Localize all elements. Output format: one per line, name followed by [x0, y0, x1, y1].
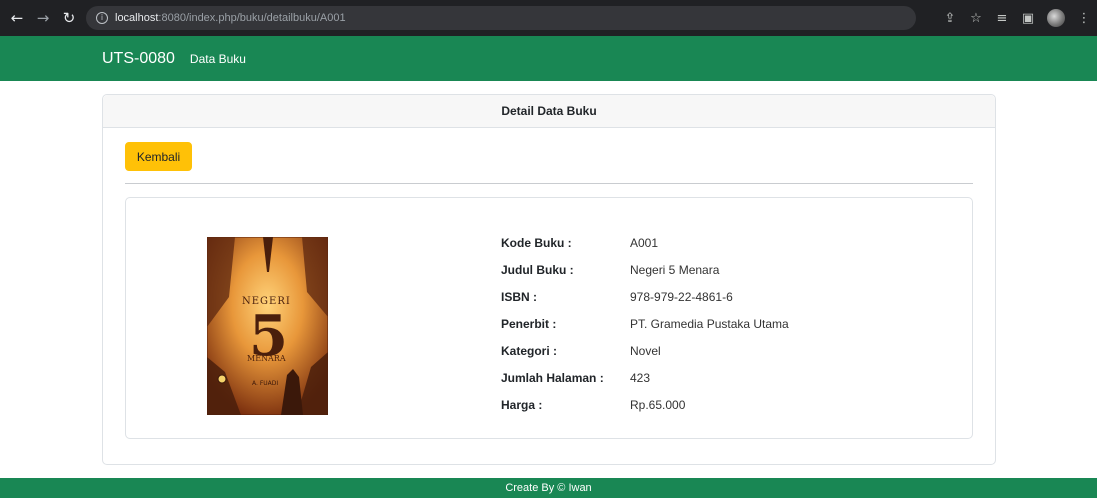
detail-row: Kategori : Novel — [501, 337, 789, 364]
cover-subtitle: MENARA — [247, 354, 286, 363]
nav-link-data-buku[interactable]: Data Buku — [190, 52, 246, 66]
detail-label: Penerbit : — [501, 316, 557, 331]
detail-row: Harga : Rp.65.000 — [501, 391, 789, 418]
footer: Create By © Iwan — [0, 478, 1097, 498]
detail-label: Kode Buku : — [501, 235, 572, 250]
card-header: Detail Data Buku — [103, 95, 995, 128]
detail-value: Novel — [630, 343, 661, 358]
share-icon[interactable]: ⇪ — [943, 11, 957, 26]
detail-label: ISBN : — [501, 289, 537, 304]
detail-value: PT. Gramedia Pustaka Utama — [630, 316, 789, 331]
detail-label: Harga : — [501, 397, 543, 412]
divider — [125, 183, 973, 184]
back-arrow-icon[interactable]: ← — [6, 9, 28, 27]
detail-value: A001 — [630, 235, 659, 250]
detail-row: ISBN : 978-979-22-4861-6 — [501, 283, 789, 310]
detail-value: 978-979-22-4861-6 — [630, 289, 733, 304]
detail-label: Judul Buku : — [501, 262, 574, 277]
cover-author: A. FUADI — [252, 380, 278, 387]
detail-value: Negeri 5 Menara — [630, 262, 720, 277]
detail-row: Judul Buku : Negeri 5 Menara — [501, 256, 789, 283]
browser-actions: ⇪ ☆ ≡ ▣ ⋮ — [931, 0, 1091, 36]
detail-value: Rp.65.000 — [630, 397, 686, 412]
star-icon[interactable]: ☆ — [969, 11, 983, 26]
reading-list-icon[interactable]: ≡ — [995, 11, 1009, 26]
book-cover-image: NEGERI 5 MENARA A. FUADI — [207, 237, 328, 415]
menu-dots-icon[interactable]: ⋮ — [1077, 11, 1091, 26]
detail-label: Kategori : — [501, 343, 558, 358]
info-icon[interactable]: i — [96, 12, 108, 24]
detail-value: 423 — [630, 370, 651, 385]
address-bar[interactable]: i localhost:8080/index.php/buku/detailbu… — [86, 6, 916, 30]
detail-label: Jumlah Halaman : — [501, 370, 604, 385]
detail-row: Penerbit : PT. Gramedia Pustaka Utama — [501, 310, 789, 337]
detail-row: Kode Buku : A001 — [501, 229, 789, 256]
detail-row: Jumlah Halaman : 423 — [501, 364, 789, 391]
back-button[interactable]: Kembali — [125, 142, 192, 171]
browser-toolbar: ← → ↻ i localhost:8080/index.php/buku/de… — [0, 0, 1097, 36]
side-panel-icon[interactable]: ▣ — [1021, 11, 1035, 26]
forward-arrow-icon[interactable]: → — [32, 9, 54, 27]
profile-avatar[interactable] — [1047, 9, 1065, 27]
reload-icon[interactable]: ↻ — [58, 9, 80, 27]
book-fields: Kode Buku : A001 Judul Buku : Negeri 5 Mena… — [501, 229, 789, 418]
url-text: localhost:8080/index.php/buku/detailbuku… — [115, 12, 346, 24]
navbar: UTS-0080 Data Buku — [0, 36, 1097, 81]
detail-card: Detail Data Buku Kembali NEGERI 5 MENARA… — [102, 94, 996, 465]
book-detail-panel: NEGERI 5 MENARA A. FUADI Kode Buku : A001… — [125, 197, 973, 439]
navbar-brand[interactable]: UTS-0080 — [102, 50, 175, 68]
